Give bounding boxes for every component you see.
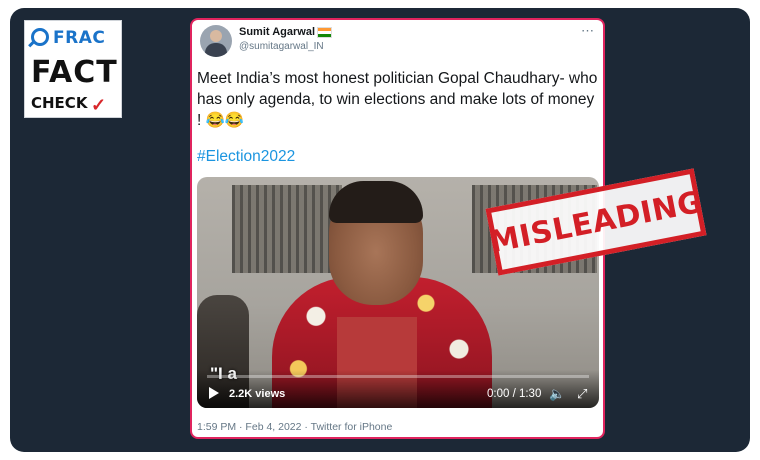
fact-check-logo: FRAC FACT CHECK ✓	[24, 20, 122, 118]
progress-bar[interactable]	[207, 375, 589, 378]
avatar[interactable]	[200, 25, 232, 57]
hashtag-link[interactable]: #Election2022	[197, 148, 295, 166]
logo-fact-text: FACT	[31, 55, 118, 90]
checkmark-icon: ✓	[91, 95, 107, 115]
india-flag-icon	[317, 27, 332, 38]
expand-icon[interactable]: ⤢	[577, 386, 587, 402]
more-options-icon[interactable]: ⋯	[581, 23, 595, 39]
magnifier-icon	[31, 28, 49, 46]
tweet-text: Meet India’s most honest politician Gopa…	[197, 70, 598, 129]
tweet-timestamp[interactable]: 1:59 PM · Feb 4, 2022 · Twitter for iPho…	[197, 421, 392, 433]
man-hair	[329, 181, 423, 223]
author-handle[interactable]: @sumitagarwal_IN	[239, 41, 324, 52]
play-icon[interactable]	[209, 387, 219, 399]
video-time: 0:00 / 1:30	[487, 388, 542, 400]
logo-brand: FRAC	[53, 28, 106, 48]
window-grille	[232, 185, 342, 273]
volume-icon[interactable]: 🔈	[549, 386, 565, 402]
view-count: 2.2K views	[229, 388, 286, 400]
author-name[interactable]: Sumit Agarwal	[239, 26, 315, 38]
logo-check-text: CHECK	[31, 94, 88, 112]
